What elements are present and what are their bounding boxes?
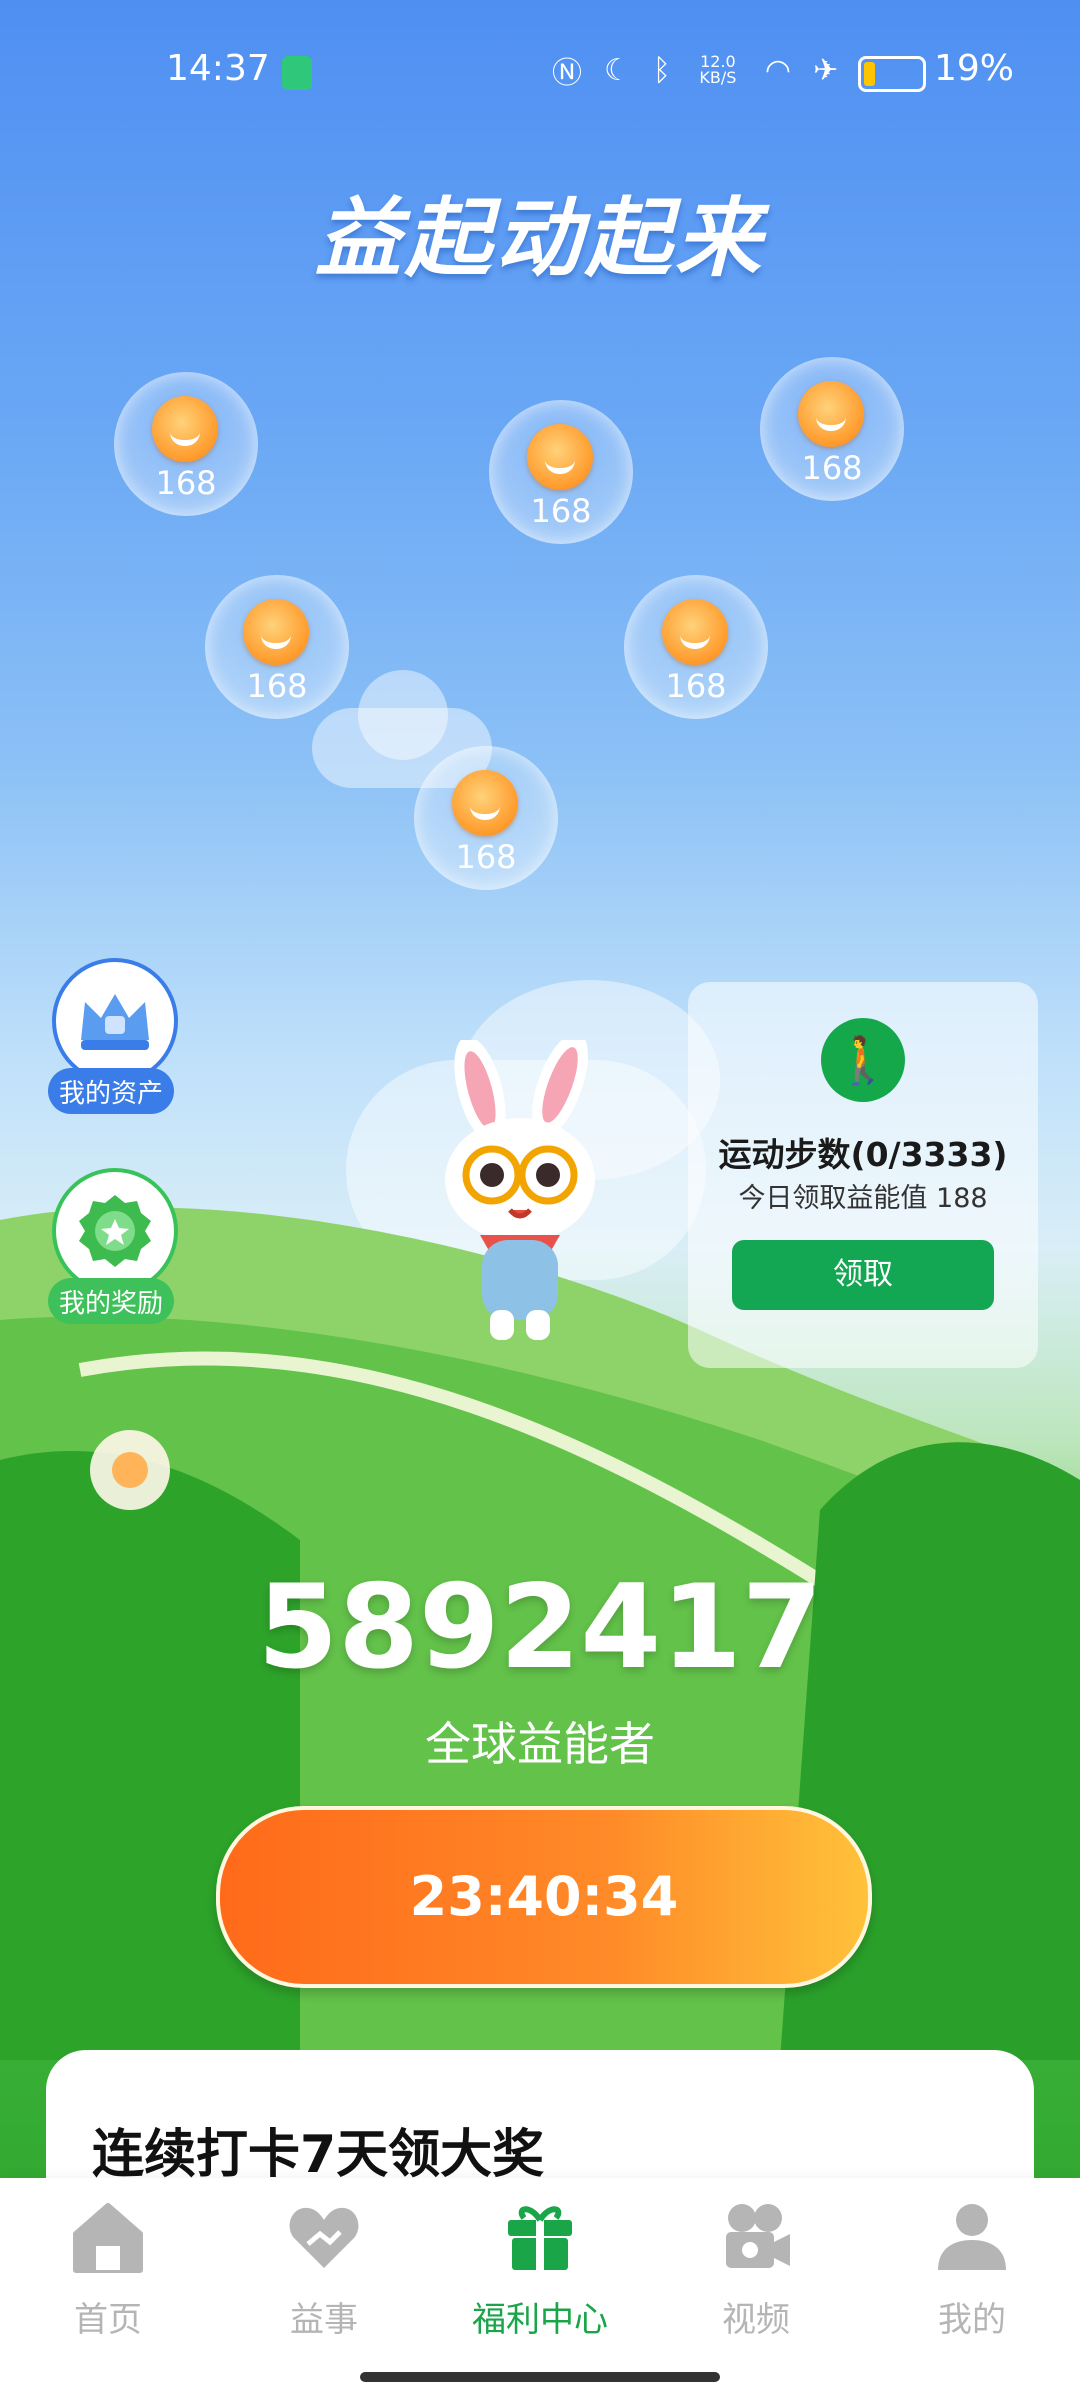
system-icons: Ⓝ ☾ ᛒ 12.0 KB/S ◠ ✈	[552, 48, 838, 92]
nav-label-charity: 益事	[290, 2300, 358, 2340]
coin-icon	[243, 599, 309, 665]
page-title: 益起动起来	[315, 189, 765, 289]
nav-label-video: 视频	[722, 2300, 790, 2340]
energy-bubble[interactable]: 168	[114, 372, 258, 516]
nav-item-mine[interactable]: 我的	[902, 2198, 1042, 2341]
welfare-center-screen: 14:37 Ⓝ ☾ ᛒ 12.0 KB/S ◠ ✈ 19% 益起动起来 168 …	[0, 0, 1080, 2400]
moon-icon: ☾	[604, 52, 631, 88]
coin-icon	[527, 424, 593, 490]
bubble-value: 168	[530, 492, 592, 530]
energy-bubble[interactable]: 168	[760, 357, 904, 501]
bubble-value: 168	[801, 449, 863, 487]
coin-icon	[798, 381, 864, 447]
wifi-icon: ◠	[764, 52, 792, 88]
nfc-icon: Ⓝ	[552, 56, 582, 91]
coin-icon	[452, 770, 518, 836]
bubble-value: 168	[665, 667, 727, 705]
nav-label-mine: 我的	[938, 2300, 1006, 2340]
airplane-icon: ✈	[813, 52, 839, 88]
energy-bubble[interactable]: 168	[205, 575, 349, 719]
status-time: 14:37	[166, 48, 270, 89]
nav-item-welfare[interactable]: 福利中心	[470, 2198, 610, 2341]
charging-app-icon	[282, 56, 312, 90]
nav-item-video[interactable]: 视频	[686, 2198, 826, 2341]
my-rewards-label: 我的奖励	[48, 1278, 174, 1324]
my-assets-button[interactable]: 我的资产	[48, 958, 178, 1114]
countdown-button[interactable]: 23:40:34	[216, 1806, 872, 1988]
energy-bubble[interactable]: 168	[414, 746, 558, 890]
nav-item-charity[interactable]: 益事	[254, 2198, 394, 2341]
heart-hand-icon	[289, 2207, 359, 2268]
global-count-label: 全球益能者	[425, 1717, 655, 1771]
claim-button[interactable]: 领取	[732, 1240, 994, 1310]
assets-icon-circle	[52, 958, 178, 1084]
home-icon	[73, 2203, 143, 2273]
battery-icon	[858, 56, 926, 92]
my-rewards-button[interactable]: 我的奖励	[48, 1168, 178, 1324]
badge-icon	[79, 1195, 151, 1267]
steps-title: 运动步数(0/3333)	[718, 1135, 1008, 1174]
cloud-decoration	[358, 670, 448, 760]
rabbit-mascot	[445, 1040, 595, 1340]
my-assets-label: 我的资产	[48, 1068, 174, 1114]
bluetooth-icon: ᛒ	[652, 52, 671, 88]
nav-label-welfare: 福利中心	[472, 2300, 608, 2340]
network-speed: 12.0 KB/S	[699, 52, 737, 87]
bubble-value: 168	[455, 838, 517, 876]
global-count: 5892417	[257, 1560, 823, 1695]
crown-icon	[81, 994, 149, 1050]
person-icon	[938, 2204, 1006, 2270]
video-camera-icon	[726, 2204, 790, 2268]
gift-icon	[508, 2206, 572, 2270]
coin-icon	[152, 396, 218, 462]
bubble-value: 168	[155, 464, 217, 502]
battery-percent: 19%	[934, 48, 1015, 89]
steps-card: 🚶 运动步数(0/3333) 今日领取益能值 188 领取	[688, 982, 1038, 1368]
checkin-title: 连续打卡7天领大奖	[92, 2125, 545, 2185]
energy-bubble[interactable]: 168	[624, 575, 768, 719]
status-bar: 14:37 Ⓝ ☾ ᛒ 12.0 KB/S ◠ ✈ 19%	[0, 0, 1080, 140]
nav-label-home: 首页	[74, 2300, 142, 2340]
energy-bubble[interactable]: 168	[489, 400, 633, 544]
nav-item-home[interactable]: 首页	[38, 2198, 178, 2341]
home-indicator[interactable]	[360, 2372, 720, 2382]
steps-subtitle: 今日领取益能值 188	[738, 1183, 988, 1214]
bottom-nav: 首页 益事 福利中心 视频 我的	[0, 2178, 1080, 2400]
rewards-icon-circle	[52, 1168, 178, 1294]
bubble-value: 168	[246, 667, 308, 705]
coin-icon	[662, 599, 728, 665]
walking-person-icon: 🚶	[821, 1018, 905, 1102]
